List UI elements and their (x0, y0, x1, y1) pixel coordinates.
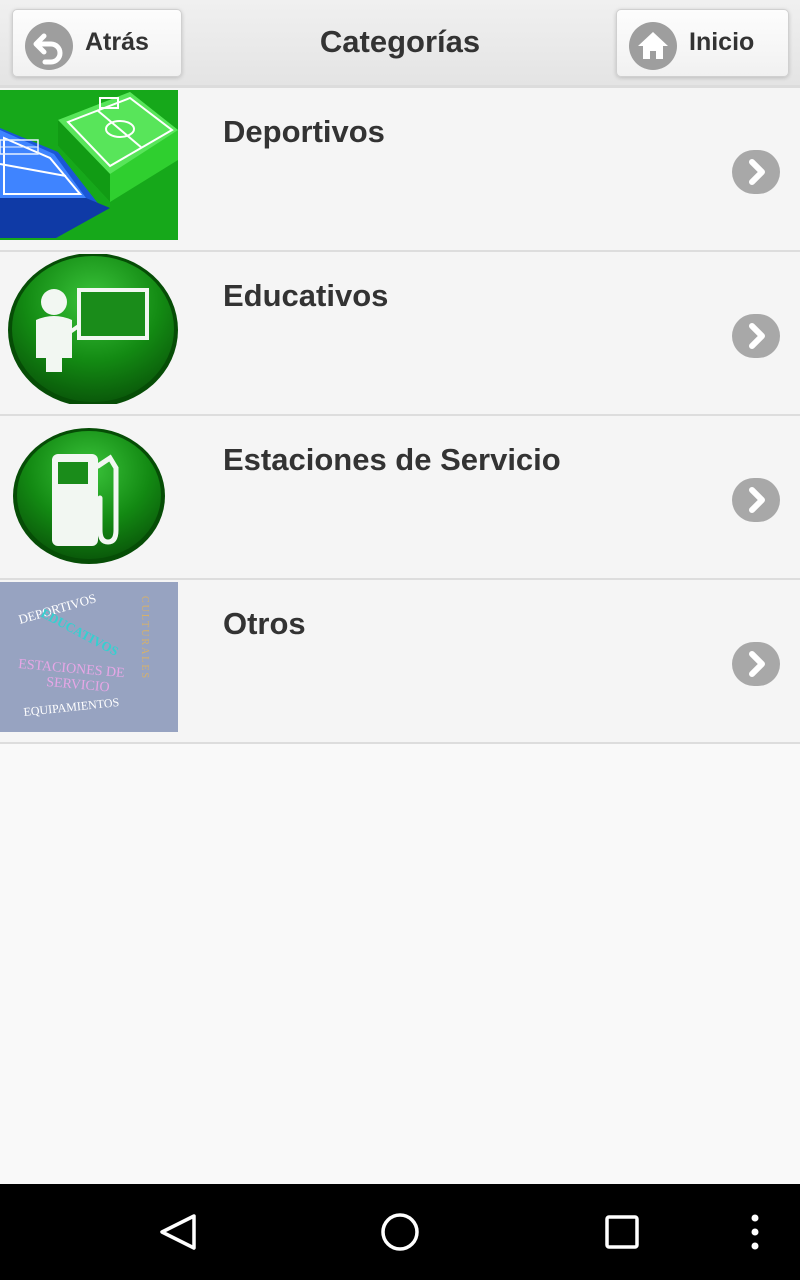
categories-screen: Atrás Categorías Inicio Deportivos Educa… (0, 0, 800, 1280)
chevron-right-icon (732, 150, 780, 194)
category-label: Educativos (223, 278, 389, 313)
category-label: Deportivos (223, 114, 385, 149)
header-bar: Atrás Categorías Inicio (0, 0, 800, 88)
home-button[interactable]: Inicio (616, 9, 789, 77)
category-item-deportivos[interactable]: Deportivos (0, 88, 800, 252)
teacher-board-icon (0, 254, 178, 404)
overflow-dots-icon[interactable] (748, 1214, 762, 1255)
category-item-otros[interactable]: DEPORTIVOS EDUCATIVOS ESTACIONES DE SERV… (0, 580, 800, 744)
category-label: Otros (223, 606, 306, 641)
category-label: Estaciones de Servicio (223, 442, 561, 477)
home-circle-icon[interactable] (380, 1212, 420, 1257)
recents-square-icon[interactable] (604, 1214, 640, 1255)
house-icon (629, 22, 677, 70)
collage-word: CULTURALES (139, 596, 150, 680)
fuel-pump-icon (0, 418, 178, 568)
chevron-right-icon (732, 478, 780, 522)
category-list: Deportivos Educativos Estaciones de Serv… (0, 88, 800, 744)
chevron-right-icon (732, 642, 780, 686)
category-item-estaciones-de-servicio[interactable]: Estaciones de Servicio (0, 416, 800, 580)
sports-field-icon (0, 90, 178, 240)
chevron-right-icon (732, 314, 780, 358)
home-button-label: Inicio (689, 28, 755, 56)
word-collage-icon: DEPORTIVOS EDUCATIVOS ESTACIONES DE SERV… (0, 582, 178, 732)
system-nav-bar (0, 1184, 800, 1280)
category-item-educativos[interactable]: Educativos (0, 252, 800, 416)
back-triangle-icon[interactable] (158, 1212, 198, 1257)
